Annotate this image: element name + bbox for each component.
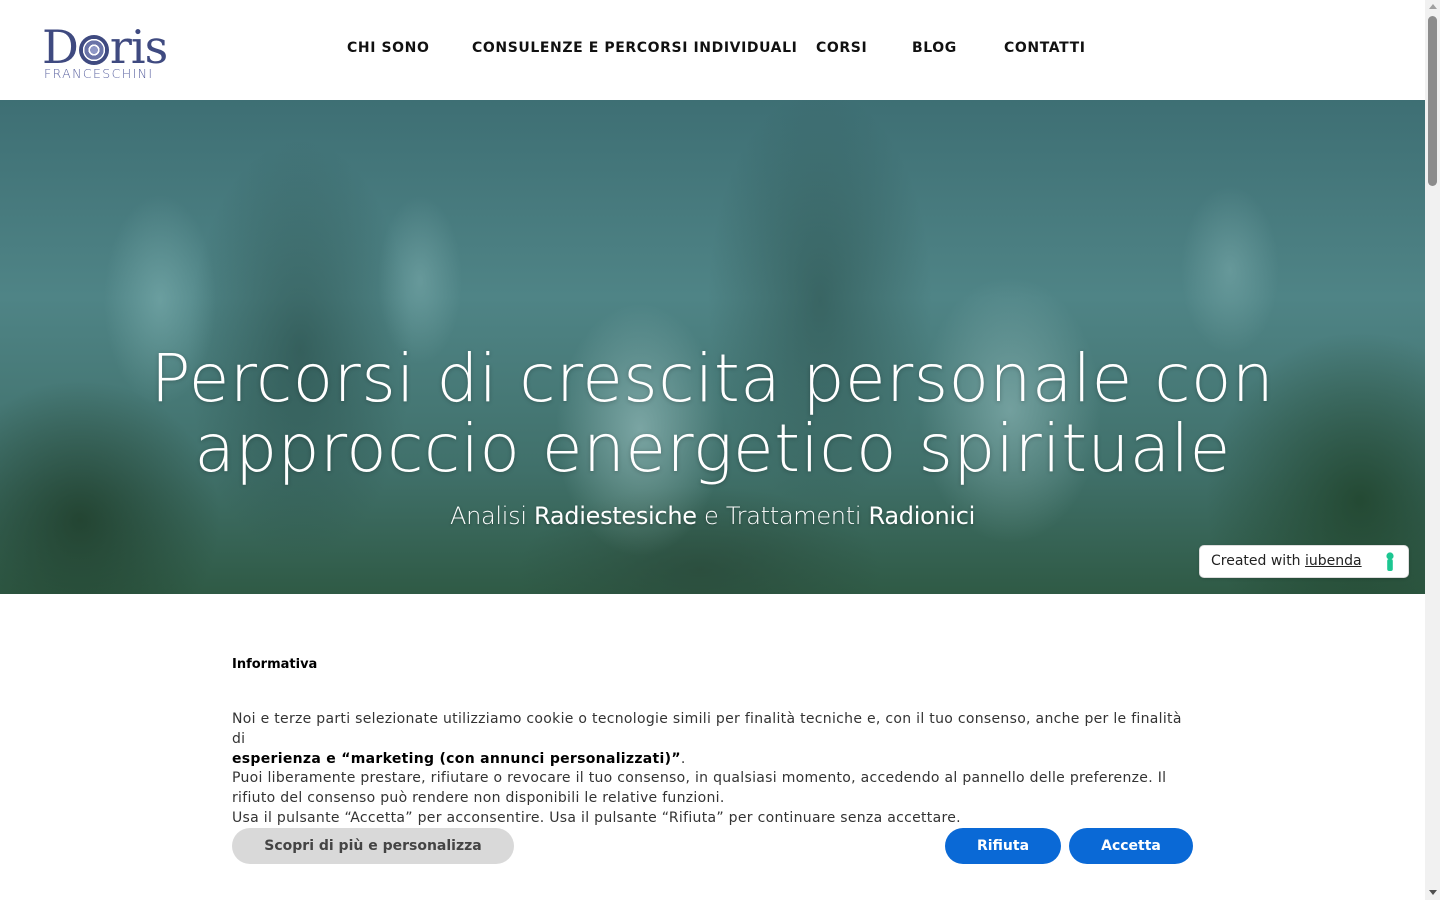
scroll-up-arrow-icon[interactable] <box>1429 4 1437 9</box>
cookie-text-purposes: esperienza e “marketing (con annunci per… <box>232 750 681 767</box>
logo-wordmark: Dris <box>42 22 168 72</box>
logo-surname: FRANCESCHINI <box>44 66 154 81</box>
hero-banner: Percorsi di crescita personale con appro… <box>0 100 1425 594</box>
flower-of-life-icon <box>78 35 109 65</box>
cookie-banner-text: Noi e terze parti selezionate utilizziam… <box>232 710 1192 829</box>
hero-subtitle: Analisi Radiestesiche e Trattamenti Radi… <box>0 502 1425 530</box>
reject-button[interactable]: Rifiuta <box>945 828 1061 864</box>
nav-item-chi-sono[interactable]: CHI SONO <box>347 40 429 56</box>
nav-item-blog[interactable]: BLOG <box>912 40 957 56</box>
hero-title-line-1: Percorsi di crescita personale con <box>150 340 1275 417</box>
hero-subtitle-part-1: Analisi <box>449 502 535 530</box>
iubenda-keyhole-icon <box>1386 552 1394 571</box>
cookie-text-line-2: Puoi liberamente prestare, rifiutare o r… <box>232 770 1167 807</box>
iubenda-badge-text: Created with iubenda <box>1211 553 1362 569</box>
hero-title-line-2: approccio energetico spirituale <box>194 410 1231 487</box>
accept-button[interactable]: Accetta <box>1069 828 1193 864</box>
iubenda-badge[interactable]: Created with iubenda <box>1199 545 1409 578</box>
learn-more-customize-button[interactable]: Scopri di più e personalizza <box>232 828 514 864</box>
cookie-banner-title: Informativa <box>232 657 318 672</box>
nav-item-consulenze[interactable]: CONSULENZE E PERCORSI INDIVIDUALI <box>472 40 797 56</box>
hero-subtitle-part-4: Radionici <box>868 502 976 530</box>
hero-subtitle-part-3: e Trattamenti <box>696 502 869 530</box>
nav-item-corsi[interactable]: CORSI <box>816 40 867 56</box>
site-header: Dris FRANCESCHINI CHI SONO CONSULENZE E … <box>0 0 1425 100</box>
site-logo[interactable]: Dris FRANCESCHINI <box>42 22 172 84</box>
nav-item-contatti[interactable]: CONTATTI <box>1004 40 1086 56</box>
cookie-text-line-3: Usa il pulsante “Accetta” per acconsenti… <box>232 809 961 826</box>
hero-subtitle-part-2: Radiestesiche <box>534 502 697 530</box>
cookie-text-line-1: Noi e terze parti selezionate utilizziam… <box>232 711 1182 747</box>
cookie-banner: Informativa Noi e terze parti selezionat… <box>0 594 1425 900</box>
hero-title: Percorsi di crescita personale con appro… <box>0 344 1425 484</box>
page-scrollbar[interactable] <box>1425 0 1440 900</box>
iubenda-created-with: Created with <box>1211 553 1306 569</box>
cookie-text-line-1-end: . <box>680 750 686 767</box>
iubenda-link[interactable]: iubenda <box>1305 553 1362 569</box>
scroll-down-arrow-icon[interactable] <box>1429 890 1437 895</box>
scrollbar-thumb[interactable] <box>1428 16 1437 186</box>
